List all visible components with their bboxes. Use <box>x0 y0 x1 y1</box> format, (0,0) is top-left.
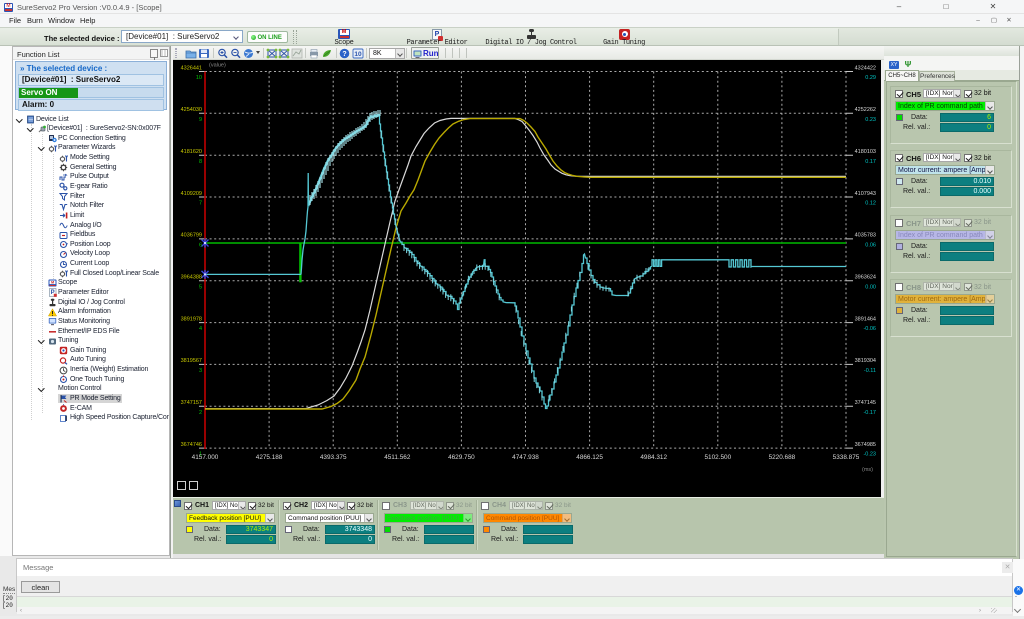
svg-text:10: 10 <box>354 51 362 58</box>
svg-text:4511.562: 4511.562 <box>384 454 411 461</box>
svg-text:4984.312: 4984.312 <box>640 454 667 461</box>
svg-text:-0.23: -0.23 <box>863 452 876 458</box>
svg-text:4107943: 4107943 <box>855 191 876 197</box>
svg-text:(ms): (ms) <box>862 467 873 473</box>
svg-text:4324422: 4324422 <box>855 65 876 71</box>
svg-text:5102.500: 5102.500 <box>704 454 731 461</box>
svg-text:3819304: 3819304 <box>855 358 876 364</box>
svg-text:3: 3 <box>199 368 202 374</box>
svg-text:5220.688: 5220.688 <box>769 454 796 461</box>
svg-text:?: ? <box>342 51 346 58</box>
svg-text:7: 7 <box>199 201 202 207</box>
svg-text:5338.875: 5338.875 <box>833 454 860 461</box>
svg-text:4036799: 4036799 <box>181 233 202 239</box>
svg-text:0.23: 0.23 <box>865 117 876 123</box>
svg-text:4254030: 4254030 <box>181 107 202 113</box>
svg-text:0.12: 0.12 <box>865 201 876 207</box>
svg-text:8: 8 <box>199 159 202 165</box>
svg-text:4109209: 4109209 <box>181 191 202 197</box>
svg-text:4180103: 4180103 <box>855 149 876 155</box>
svg-text:0.00: 0.00 <box>865 284 876 290</box>
svg-text:4629.750: 4629.750 <box>448 454 475 461</box>
svg-text:3747157: 3747157 <box>181 400 202 406</box>
svg-text:3674985: 3674985 <box>855 442 876 448</box>
svg-text:4157.000: 4157.000 <box>192 454 219 461</box>
svg-text:3747145: 3747145 <box>855 400 876 406</box>
svg-text:2: 2 <box>199 410 202 416</box>
svg-text:4747.938: 4747.938 <box>512 454 539 461</box>
svg-text:4035783: 4035783 <box>855 233 876 239</box>
svg-text:6: 6 <box>199 243 202 249</box>
svg-text:(value): (value) <box>209 63 226 69</box>
svg-text:4181620: 4181620 <box>181 149 202 155</box>
svg-text:3964388: 3964388 <box>181 275 202 281</box>
svg-text:4393.375: 4393.375 <box>320 454 347 461</box>
svg-text:0.06: 0.06 <box>865 243 876 249</box>
svg-text:3674746: 3674746 <box>181 442 202 448</box>
svg-text:-0.17: -0.17 <box>863 410 876 416</box>
svg-text:3963624: 3963624 <box>855 275 876 281</box>
svg-text:4275.188: 4275.188 <box>256 454 283 461</box>
svg-text:3891464: 3891464 <box>855 316 876 322</box>
svg-text:3819567: 3819567 <box>181 358 202 364</box>
svg-text:9: 9 <box>199 117 202 123</box>
svg-text:M: M <box>51 280 54 284</box>
svg-text:5: 5 <box>199 284 202 290</box>
svg-text:10: 10 <box>196 75 202 81</box>
svg-text:4: 4 <box>199 326 202 332</box>
svg-text:4866.125: 4866.125 <box>576 454 603 461</box>
svg-text:4252262: 4252262 <box>855 107 876 113</box>
svg-text:-0.06: -0.06 <box>863 326 876 332</box>
svg-text:0.17: 0.17 <box>865 159 876 165</box>
svg-text:4326441: 4326441 <box>181 65 202 71</box>
svg-text:-0.11: -0.11 <box>864 368 876 374</box>
svg-text:0.29: 0.29 <box>865 75 876 81</box>
svg-text:3891978: 3891978 <box>181 316 202 322</box>
